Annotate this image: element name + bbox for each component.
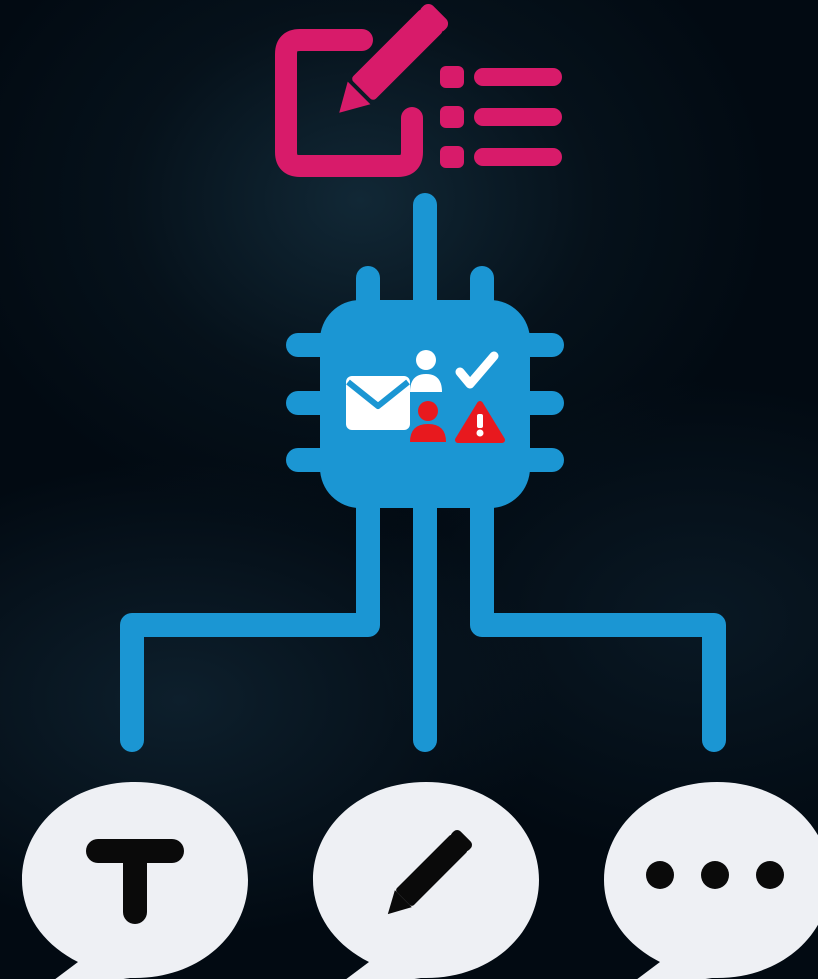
chip-icon bbox=[286, 266, 564, 508]
connector-right bbox=[470, 493, 726, 752]
text-bubble-icon bbox=[22, 782, 248, 979]
diagram-canvas bbox=[0, 0, 818, 979]
ellipsis-bubble-icon bbox=[604, 782, 818, 979]
edit-list-icon bbox=[275, 3, 562, 177]
diagram-svg bbox=[22, 3, 818, 979]
connector-left bbox=[120, 493, 380, 752]
pencil-bubble-icon bbox=[313, 782, 539, 979]
envelope-icon bbox=[346, 376, 410, 430]
